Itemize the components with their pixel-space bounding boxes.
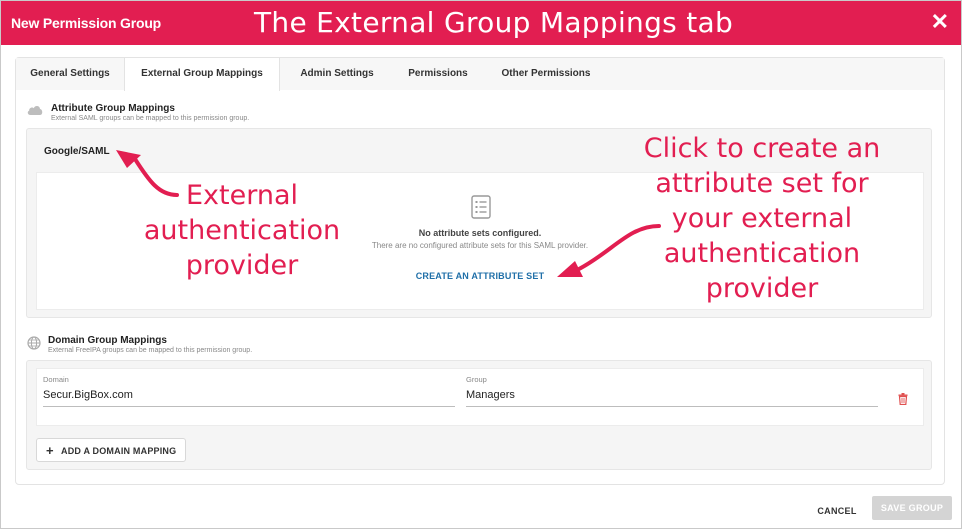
annotation-arrows (116, 150, 661, 277)
save-group-button[interactable]: SAVE GROUP (872, 496, 952, 520)
provider-arrow (116, 150, 179, 197)
create-attribute-arrow (557, 224, 661, 277)
dialog-window: New Permission Group The External Group … (0, 0, 962, 529)
cancel-button[interactable]: CANCEL (809, 500, 865, 522)
